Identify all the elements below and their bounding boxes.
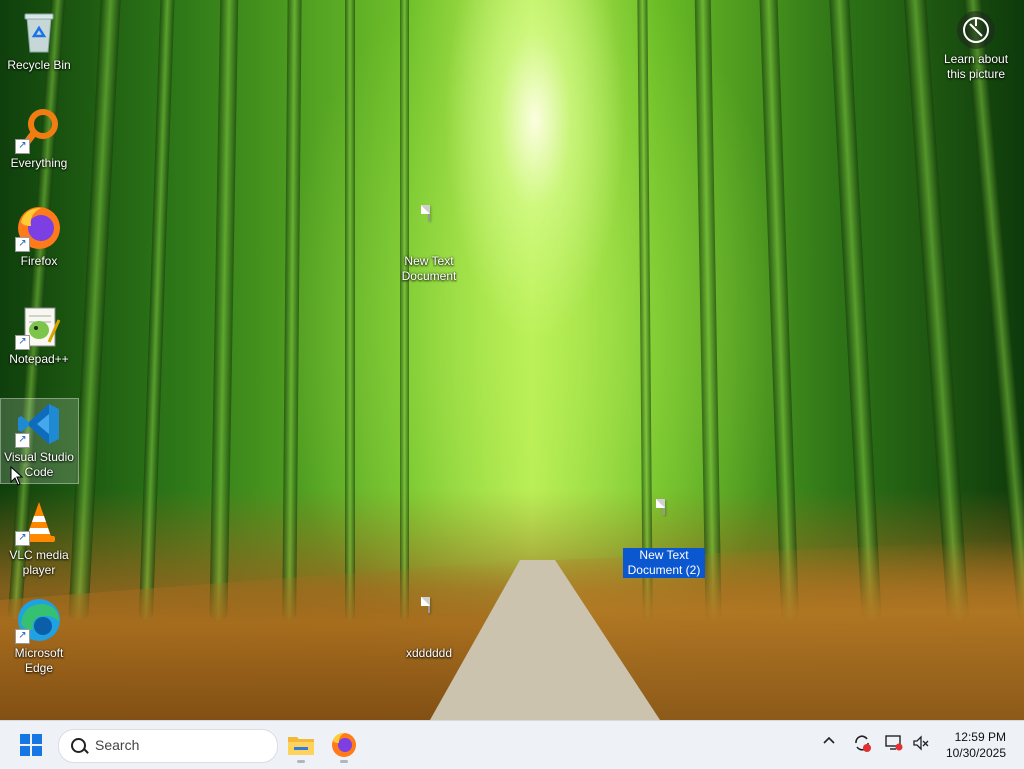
desktop-wallpaper xyxy=(0,0,1024,720)
shortcut-arrow-icon: ↗ xyxy=(15,629,30,644)
firefox-icon: ↗ xyxy=(15,204,63,252)
desktop-icon-recycle-bin[interactable]: Recycle Bin xyxy=(1,8,77,73)
firefox-icon xyxy=(332,733,356,757)
recycle-bin-icon xyxy=(15,8,63,56)
taskbar: Search 12:59 PM 10/30/2025 xyxy=(0,720,1024,769)
desktop-icon-everything[interactable]: ↗ Everything xyxy=(1,106,77,171)
desktop-file-xdddddd[interactable]: xdddddd xyxy=(391,597,467,661)
text-file-icon xyxy=(640,499,688,546)
desktop-file-label: New Text Document xyxy=(401,254,457,283)
text-file-icon xyxy=(405,205,453,252)
vscode-icon: ↗ xyxy=(15,400,63,448)
shortcut-arrow-icon: ↗ xyxy=(15,335,30,350)
update-icon[interactable] xyxy=(852,733,872,758)
edge-icon: ↗ xyxy=(15,596,63,644)
text-file-icon xyxy=(405,597,453,644)
learn-about-label: Learn about this picture xyxy=(943,52,1009,81)
vlc-icon: ↗ xyxy=(15,498,63,546)
desktop-file-new-text-document-2[interactable]: New Text Document (2) xyxy=(623,499,705,578)
file-explorer-icon xyxy=(288,737,314,755)
running-indicator xyxy=(340,760,348,763)
shortcut-arrow-icon: ↗ xyxy=(15,531,30,546)
shortcut-arrow-icon: ↗ xyxy=(15,139,30,154)
notepad-plus-plus-icon: ↗ xyxy=(15,302,63,350)
volume-muted-icon[interactable] xyxy=(911,733,931,758)
everything-search-icon: ↗ xyxy=(15,106,63,154)
clock-time: 12:59 PM xyxy=(954,730,1006,744)
desktop-icon-vlc[interactable]: ↗ VLC media player xyxy=(1,498,77,578)
learn-about-picture[interactable]: Learn about this picture xyxy=(936,10,1016,82)
desktop-icon-label: Recycle Bin xyxy=(7,58,71,72)
running-indicator xyxy=(297,760,305,763)
desktop-file-new-text-document[interactable]: New Text Document xyxy=(391,205,467,284)
camera-info-icon xyxy=(956,10,996,50)
search-placeholder: Search xyxy=(95,737,140,753)
desktop-icon-edge[interactable]: ↗ Microsoft Edge xyxy=(1,596,77,676)
search-box[interactable]: Search xyxy=(58,729,278,763)
display-icon[interactable] xyxy=(884,733,904,758)
shortcut-arrow-icon: ↗ xyxy=(15,237,30,252)
desktop-icon-label: Everything xyxy=(10,156,68,170)
desktop-file-label-selected[interactable]: New Text Document (2) xyxy=(623,548,705,578)
desktop-file-label: xdddddd xyxy=(405,646,453,660)
taskbar-firefox[interactable] xyxy=(328,729,360,763)
start-button[interactable] xyxy=(20,734,43,757)
clock-date: 10/30/2025 xyxy=(945,746,1006,760)
desktop-icon-label: Notepad++ xyxy=(9,352,69,366)
desktop-icon-label: Microsoft Edge xyxy=(14,646,64,675)
clock[interactable]: 12:59 PM 10/30/2025 xyxy=(946,729,1006,761)
search-icon xyxy=(71,738,86,753)
shortcut-arrow-icon: ↗ xyxy=(15,433,30,448)
mouse-cursor-icon xyxy=(10,466,24,486)
desktop-icon-label: Firefox xyxy=(20,254,58,268)
desktop-icon-notepad-plus-plus[interactable]: ↗ Notepad++ xyxy=(1,302,77,367)
desktop-icon-label: VLC media player xyxy=(9,548,69,577)
chevron-up-icon[interactable] xyxy=(821,733,837,754)
desktop-icon-firefox[interactable]: ↗ Firefox xyxy=(1,204,77,269)
windows-logo-icon xyxy=(20,734,30,744)
taskbar-file-explorer[interactable] xyxy=(285,729,317,763)
